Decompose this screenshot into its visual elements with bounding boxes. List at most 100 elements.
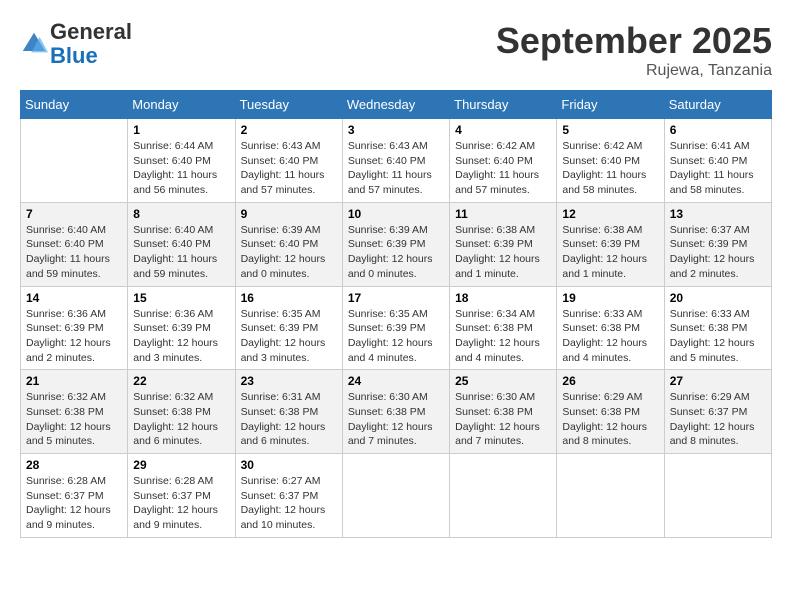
calendar-cell: 21 Sunrise: 6:32 AM Sunset: 6:38 PM Dayli… bbox=[21, 370, 128, 454]
calendar-cell bbox=[557, 454, 664, 538]
day-number: 4 bbox=[455, 123, 551, 137]
day-number: 30 bbox=[241, 458, 337, 472]
calendar-cell bbox=[450, 454, 557, 538]
calendar-body: 1 Sunrise: 6:44 AM Sunset: 6:40 PM Daylig… bbox=[21, 119, 772, 538]
day-info: Sunrise: 6:34 AM Sunset: 6:38 PM Dayligh… bbox=[455, 307, 551, 366]
day-number: 1 bbox=[133, 123, 229, 137]
day-number: 28 bbox=[26, 458, 122, 472]
day-number: 13 bbox=[670, 207, 766, 221]
day-number: 8 bbox=[133, 207, 229, 221]
calendar-cell: 19Sunrise: 6:33 AM Sunset: 6:38 PM Dayli… bbox=[557, 286, 664, 370]
header-day-thursday: Thursday bbox=[450, 91, 557, 119]
day-number: 23 bbox=[241, 374, 337, 388]
day-info: Sunrise: 6:32 AM Sunset: 6:38 PM Dayligh… bbox=[133, 390, 229, 449]
calendar-cell: 22 Sunrise: 6:32 AM Sunset: 6:38 PM Dayli… bbox=[128, 370, 235, 454]
header-day-sunday: Sunday bbox=[21, 91, 128, 119]
calendar-cell: 6 Sunrise: 6:41 AM Sunset: 6:40 PM Daylig… bbox=[664, 119, 771, 203]
day-info: Sunrise: 6:44 AM Sunset: 6:40 PM Dayligh… bbox=[133, 139, 229, 198]
calendar-cell: 13 Sunrise: 6:37 AM Sunset: 6:39 PM Dayli… bbox=[664, 202, 771, 286]
calendar-cell: 8Sunrise: 6:40 AM Sunset: 6:40 PM Daylig… bbox=[128, 202, 235, 286]
day-info: Sunrise: 6:38 AM Sunset: 6:39 PM Dayligh… bbox=[562, 223, 658, 282]
header-day-monday: Monday bbox=[128, 91, 235, 119]
day-info: Sunrise: 6:29 AM Sunset: 6:38 PM Dayligh… bbox=[562, 390, 658, 449]
day-info: Sunrise: 6:43 AM Sunset: 6:40 PM Dayligh… bbox=[241, 139, 337, 198]
calendar-cell: 24 Sunrise: 6:30 AM Sunset: 6:38 PM Dayli… bbox=[342, 370, 449, 454]
calendar-cell: 14 Sunrise: 6:36 AM Sunset: 6:39 PM Dayli… bbox=[21, 286, 128, 370]
day-number: 5 bbox=[562, 123, 658, 137]
day-number: 16 bbox=[241, 291, 337, 305]
calendar-week-4: 21 Sunrise: 6:32 AM Sunset: 6:38 PM Dayli… bbox=[21, 370, 772, 454]
day-info: Sunrise: 6:28 AM Sunset: 6:37 PM Dayligh… bbox=[133, 474, 229, 533]
calendar-cell: 10Sunrise: 6:39 AM Sunset: 6:39 PM Dayli… bbox=[342, 202, 449, 286]
day-info: Sunrise: 6:43 AM Sunset: 6:40 PM Dayligh… bbox=[348, 139, 444, 198]
calendar-week-5: 28 Sunrise: 6:28 AM Sunset: 6:37 PM Dayli… bbox=[21, 454, 772, 538]
header-row: SundayMondayTuesdayWednesdayThursdayFrid… bbox=[21, 91, 772, 119]
calendar-cell: 20Sunrise: 6:33 AM Sunset: 6:38 PM Dayli… bbox=[664, 286, 771, 370]
calendar-header: SundayMondayTuesdayWednesdayThursdayFrid… bbox=[21, 91, 772, 119]
day-number: 14 bbox=[26, 291, 122, 305]
day-number: 22 bbox=[133, 374, 229, 388]
day-info: Sunrise: 6:30 AM Sunset: 6:38 PM Dayligh… bbox=[348, 390, 444, 449]
day-info: Sunrise: 6:29 AM Sunset: 6:37 PM Dayligh… bbox=[670, 390, 766, 449]
day-number: 18 bbox=[455, 291, 551, 305]
day-number: 9 bbox=[241, 207, 337, 221]
calendar-cell: 25 Sunrise: 6:30 AM Sunset: 6:38 PM Dayli… bbox=[450, 370, 557, 454]
calendar-cell: 27 Sunrise: 6:29 AM Sunset: 6:37 PM Dayli… bbox=[664, 370, 771, 454]
day-number: 20 bbox=[670, 291, 766, 305]
calendar-cell: 1 Sunrise: 6:44 AM Sunset: 6:40 PM Daylig… bbox=[128, 119, 235, 203]
calendar-week-2: 7 Sunrise: 6:40 AM Sunset: 6:40 PM Daylig… bbox=[21, 202, 772, 286]
day-number: 24 bbox=[348, 374, 444, 388]
day-number: 15 bbox=[133, 291, 229, 305]
calendar-cell: 15Sunrise: 6:36 AM Sunset: 6:39 PM Dayli… bbox=[128, 286, 235, 370]
logo-blue: Blue bbox=[50, 43, 98, 68]
calendar-cell: 7 Sunrise: 6:40 AM Sunset: 6:40 PM Daylig… bbox=[21, 202, 128, 286]
day-info: Sunrise: 6:27 AM Sunset: 6:37 PM Dayligh… bbox=[241, 474, 337, 533]
calendar-cell: 2 Sunrise: 6:43 AM Sunset: 6:40 PM Daylig… bbox=[235, 119, 342, 203]
day-number: 3 bbox=[348, 123, 444, 137]
day-info: Sunrise: 6:40 AM Sunset: 6:40 PM Dayligh… bbox=[26, 223, 122, 282]
month-title: September 2025 bbox=[496, 20, 772, 62]
page-header: General Blue September 2025 Rujewa, Tanz… bbox=[20, 20, 772, 80]
day-info: Sunrise: 6:42 AM Sunset: 6:40 PM Dayligh… bbox=[562, 139, 658, 198]
calendar-cell bbox=[21, 119, 128, 203]
day-number: 29 bbox=[133, 458, 229, 472]
calendar-table: SundayMondayTuesdayWednesdayThursdayFrid… bbox=[20, 90, 772, 538]
calendar-cell: 18 Sunrise: 6:34 AM Sunset: 6:38 PM Dayli… bbox=[450, 286, 557, 370]
day-number: 7 bbox=[26, 207, 122, 221]
calendar-cell: 12 Sunrise: 6:38 AM Sunset: 6:39 PM Dayli… bbox=[557, 202, 664, 286]
calendar-week-3: 14 Sunrise: 6:36 AM Sunset: 6:39 PM Dayli… bbox=[21, 286, 772, 370]
header-day-friday: Friday bbox=[557, 91, 664, 119]
day-info: Sunrise: 6:37 AM Sunset: 6:39 PM Dayligh… bbox=[670, 223, 766, 282]
day-info: Sunrise: 6:42 AM Sunset: 6:40 PM Dayligh… bbox=[455, 139, 551, 198]
day-info: Sunrise: 6:32 AM Sunset: 6:38 PM Dayligh… bbox=[26, 390, 122, 449]
calendar-cell: 3 Sunrise: 6:43 AM Sunset: 6:40 PM Daylig… bbox=[342, 119, 449, 203]
calendar-cell: 23Sunrise: 6:31 AM Sunset: 6:38 PM Dayli… bbox=[235, 370, 342, 454]
day-info: Sunrise: 6:35 AM Sunset: 6:39 PM Dayligh… bbox=[348, 307, 444, 366]
day-info: Sunrise: 6:39 AM Sunset: 6:39 PM Dayligh… bbox=[348, 223, 444, 282]
calendar-cell: 16 Sunrise: 6:35 AM Sunset: 6:39 PM Dayli… bbox=[235, 286, 342, 370]
day-number: 12 bbox=[562, 207, 658, 221]
day-number: 2 bbox=[241, 123, 337, 137]
day-info: Sunrise: 6:38 AM Sunset: 6:39 PM Dayligh… bbox=[455, 223, 551, 282]
day-info: Sunrise: 6:35 AM Sunset: 6:39 PM Dayligh… bbox=[241, 307, 337, 366]
day-info: Sunrise: 6:36 AM Sunset: 6:39 PM Dayligh… bbox=[26, 307, 122, 366]
calendar-cell: 5 Sunrise: 6:42 AM Sunset: 6:40 PM Daylig… bbox=[557, 119, 664, 203]
day-number: 27 bbox=[670, 374, 766, 388]
day-number: 6 bbox=[670, 123, 766, 137]
header-day-wednesday: Wednesday bbox=[342, 91, 449, 119]
day-number: 25 bbox=[455, 374, 551, 388]
calendar-week-1: 1 Sunrise: 6:44 AM Sunset: 6:40 PM Daylig… bbox=[21, 119, 772, 203]
logo-general: General bbox=[50, 19, 132, 44]
day-number: 26 bbox=[562, 374, 658, 388]
day-info: Sunrise: 6:30 AM Sunset: 6:38 PM Dayligh… bbox=[455, 390, 551, 449]
calendar-cell: 4 Sunrise: 6:42 AM Sunset: 6:40 PM Daylig… bbox=[450, 119, 557, 203]
logo-icon bbox=[20, 30, 48, 58]
header-day-tuesday: Tuesday bbox=[235, 91, 342, 119]
day-info: Sunrise: 6:41 AM Sunset: 6:40 PM Dayligh… bbox=[670, 139, 766, 198]
calendar-cell: 29 Sunrise: 6:28 AM Sunset: 6:37 PM Dayli… bbox=[128, 454, 235, 538]
day-info: Sunrise: 6:33 AM Sunset: 6:38 PM Dayligh… bbox=[562, 307, 658, 366]
calendar-cell: 17Sunrise: 6:35 AM Sunset: 6:39 PM Dayli… bbox=[342, 286, 449, 370]
day-number: 21 bbox=[26, 374, 122, 388]
calendar-cell: 26 Sunrise: 6:29 AM Sunset: 6:38 PM Dayli… bbox=[557, 370, 664, 454]
title-block: September 2025 Rujewa, Tanzania bbox=[496, 20, 772, 80]
